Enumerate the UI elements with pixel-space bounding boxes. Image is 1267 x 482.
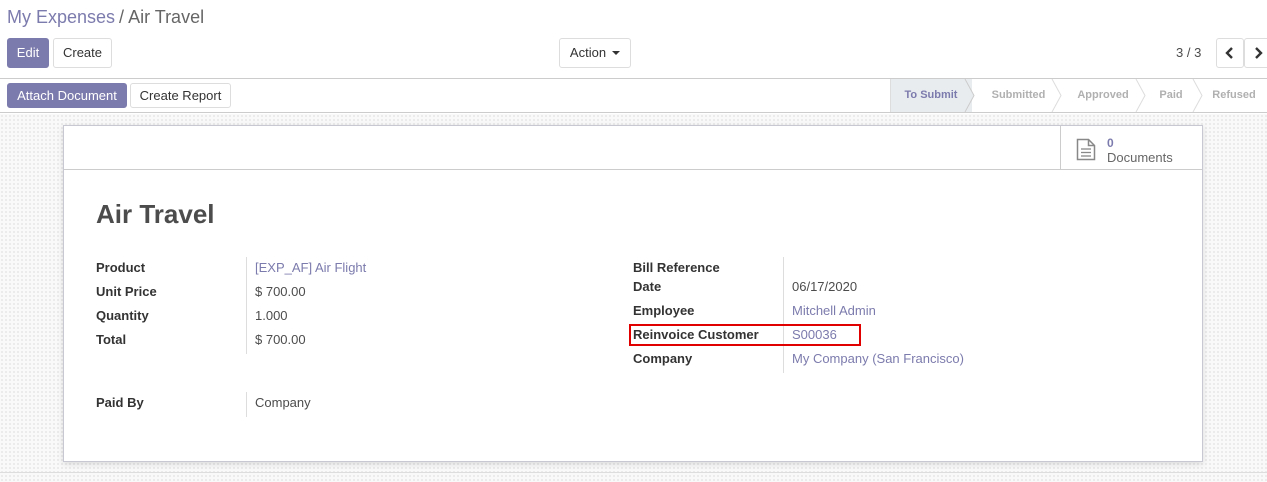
status-step-refused: Refused <box>1212 89 1256 101</box>
pager-next-button[interactable] <box>1244 38 1267 68</box>
attach-document-button[interactable]: Attach Document <box>7 83 127 108</box>
employee-value-link[interactable]: Mitchell Admin <box>792 303 876 318</box>
button-box: 0 Documents <box>64 126 1202 170</box>
document-icon <box>1076 138 1096 161</box>
breadcrumb-separator: / <box>119 7 125 27</box>
action-label: Action <box>569 45 607 60</box>
employee-label: Employee <box>633 303 695 318</box>
pager-value[interactable]: 3 / 3 <box>1176 45 1201 60</box>
expense-title: Air Travel <box>96 199 215 229</box>
paid-by-value: Company <box>255 395 311 410</box>
quantity-value: 1.000 <box>255 308 288 323</box>
status-step-to-submit: To Submit <box>890 79 972 112</box>
product-label: Product <box>96 260 146 275</box>
documents-smart-button[interactable]: 0 Documents <box>1060 126 1202 170</box>
chevron-right-icon <box>1255 47 1263 59</box>
date-label: Date <box>633 279 662 294</box>
documents-count: 0 <box>1107 136 1114 150</box>
action-dropdown[interactable]: Action <box>559 38 631 68</box>
paid-by-label: Paid By <box>96 395 144 410</box>
control-panel: My Expenses / Air Travel Edit Create Actio… <box>0 0 1267 79</box>
breadcrumb-current: Air Travel <box>128 7 205 27</box>
company-label: Company <box>633 351 693 366</box>
bottom-divider <box>0 472 1267 473</box>
statusbar: Attach Document Create Report To Submit … <box>0 79 1267 113</box>
paid-by-separator <box>246 392 247 417</box>
breadcrumb-parent-link[interactable]: My Expenses <box>7 7 115 27</box>
left-group-separator <box>246 257 247 354</box>
total-value: $ 700.00 <box>255 332 306 347</box>
date-value: 06/17/2020 <box>792 279 858 294</box>
caret-down-icon <box>612 50 621 55</box>
status-steps: To Submit Submitted Approved Paid Refuse… <box>890 79 1267 112</box>
form-sheet: 0 Documents Air Travel Product [EXP_AF] … <box>63 125 1203 462</box>
status-step-paid: Paid <box>1159 89 1183 101</box>
create-button[interactable]: Create <box>53 38 112 68</box>
total-label: Total <box>96 332 127 347</box>
status-step-approved: Approved <box>1077 89 1129 101</box>
unit-price-value: $ 700.00 <box>255 284 306 299</box>
product-value-link[interactable]: [EXP_AF] Air Flight <box>255 260 366 275</box>
edit-button[interactable]: Edit <box>7 38 49 68</box>
company-value-link[interactable]: My Company (San Francisco) <box>792 351 964 366</box>
documents-label: Documents <box>1107 150 1173 165</box>
reinvoice-customer-highlight <box>629 324 861 346</box>
quantity-label: Quantity <box>96 308 149 323</box>
chevron-left-icon <box>1225 47 1233 59</box>
status-step-submitted: Submitted <box>991 89 1046 101</box>
pager-previous-button[interactable] <box>1216 38 1244 68</box>
right-group-separator <box>783 257 784 373</box>
breadcrumb: My Expenses / Air Travel <box>7 6 204 28</box>
bill-reference-label: Bill Reference <box>633 260 720 275</box>
unit-price-label: Unit Price <box>96 284 157 299</box>
create-report-button[interactable]: Create Report <box>130 83 231 108</box>
